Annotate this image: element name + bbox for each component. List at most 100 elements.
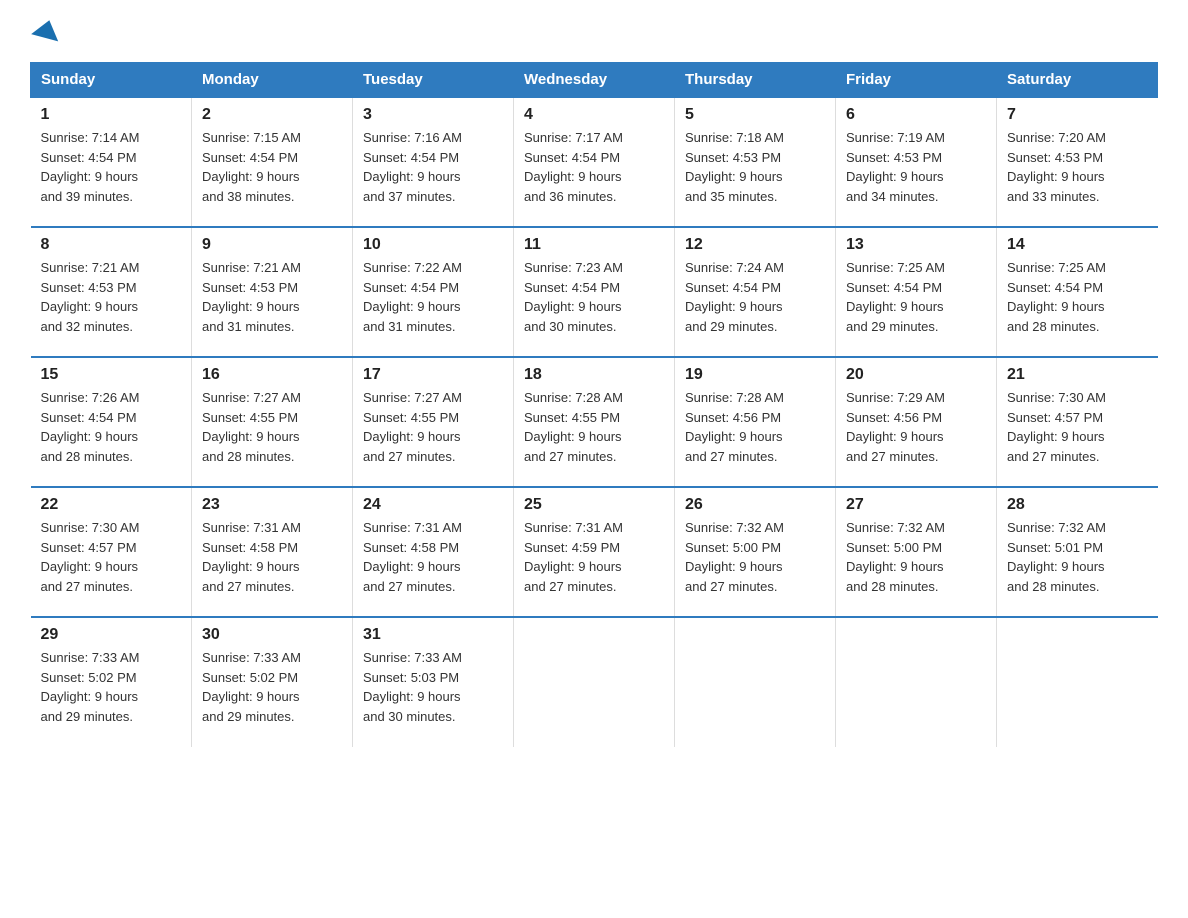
day-info: Sunrise: 7:19 AMSunset: 4:53 PMDaylight:… xyxy=(846,130,945,204)
day-number: 22 xyxy=(41,496,182,514)
day-info: Sunrise: 7:27 AMSunset: 4:55 PMDaylight:… xyxy=(363,390,462,464)
day-number: 11 xyxy=(524,236,664,254)
calendar-cell: 5 Sunrise: 7:18 AMSunset: 4:53 PMDayligh… xyxy=(675,97,836,227)
day-number: 2 xyxy=(202,106,342,124)
calendar-table: SundayMondayTuesdayWednesdayThursdayFrid… xyxy=(30,62,1158,747)
day-number: 19 xyxy=(685,366,825,384)
day-number: 15 xyxy=(41,366,182,384)
day-number: 7 xyxy=(1007,106,1148,124)
day-number: 9 xyxy=(202,236,342,254)
day-number: 13 xyxy=(846,236,986,254)
day-info: Sunrise: 7:25 AMSunset: 4:54 PMDaylight:… xyxy=(1007,260,1106,334)
calendar-cell: 10 Sunrise: 7:22 AMSunset: 4:54 PMDaylig… xyxy=(353,227,514,357)
calendar-week-row: 22 Sunrise: 7:30 AMSunset: 4:57 PMDaylig… xyxy=(31,487,1158,617)
logo-triangle-icon xyxy=(31,17,63,42)
day-info: Sunrise: 7:28 AMSunset: 4:55 PMDaylight:… xyxy=(524,390,623,464)
day-number: 31 xyxy=(363,626,503,644)
day-number: 21 xyxy=(1007,366,1148,384)
day-info: Sunrise: 7:30 AMSunset: 4:57 PMDaylight:… xyxy=(41,520,140,594)
calendar-cell: 2 Sunrise: 7:15 AMSunset: 4:54 PMDayligh… xyxy=(192,97,353,227)
day-info: Sunrise: 7:26 AMSunset: 4:54 PMDaylight:… xyxy=(41,390,140,464)
calendar-cell: 17 Sunrise: 7:27 AMSunset: 4:55 PMDaylig… xyxy=(353,357,514,487)
day-info: Sunrise: 7:20 AMSunset: 4:53 PMDaylight:… xyxy=(1007,130,1106,204)
calendar-cell: 9 Sunrise: 7:21 AMSunset: 4:53 PMDayligh… xyxy=(192,227,353,357)
calendar-week-row: 1 Sunrise: 7:14 AMSunset: 4:54 PMDayligh… xyxy=(31,97,1158,227)
calendar-cell: 8 Sunrise: 7:21 AMSunset: 4:53 PMDayligh… xyxy=(31,227,192,357)
day-info: Sunrise: 7:27 AMSunset: 4:55 PMDaylight:… xyxy=(202,390,301,464)
calendar-cell xyxy=(997,617,1158,747)
day-info: Sunrise: 7:16 AMSunset: 4:54 PMDaylight:… xyxy=(363,130,462,204)
day-info: Sunrise: 7:33 AMSunset: 5:02 PMDaylight:… xyxy=(202,650,301,724)
day-number: 5 xyxy=(685,106,825,124)
day-number: 18 xyxy=(524,366,664,384)
calendar-cell: 28 Sunrise: 7:32 AMSunset: 5:01 PMDaylig… xyxy=(997,487,1158,617)
day-info: Sunrise: 7:32 AMSunset: 5:00 PMDaylight:… xyxy=(685,520,784,594)
calendar-cell: 19 Sunrise: 7:28 AMSunset: 4:56 PMDaylig… xyxy=(675,357,836,487)
header-sunday: Sunday xyxy=(31,63,192,98)
day-info: Sunrise: 7:23 AMSunset: 4:54 PMDaylight:… xyxy=(524,260,623,334)
day-number: 6 xyxy=(846,106,986,124)
header-saturday: Saturday xyxy=(997,63,1158,98)
day-info: Sunrise: 7:31 AMSunset: 4:59 PMDaylight:… xyxy=(524,520,623,594)
calendar-cell xyxy=(514,617,675,747)
day-info: Sunrise: 7:24 AMSunset: 4:54 PMDaylight:… xyxy=(685,260,784,334)
day-number: 29 xyxy=(41,626,182,644)
calendar-cell: 31 Sunrise: 7:33 AMSunset: 5:03 PMDaylig… xyxy=(353,617,514,747)
day-info: Sunrise: 7:17 AMSunset: 4:54 PMDaylight:… xyxy=(524,130,623,204)
day-info: Sunrise: 7:33 AMSunset: 5:02 PMDaylight:… xyxy=(41,650,140,724)
day-number: 24 xyxy=(363,496,503,514)
day-number: 26 xyxy=(685,496,825,514)
day-info: Sunrise: 7:22 AMSunset: 4:54 PMDaylight:… xyxy=(363,260,462,334)
calendar-cell: 6 Sunrise: 7:19 AMSunset: 4:53 PMDayligh… xyxy=(836,97,997,227)
day-number: 8 xyxy=(41,236,182,254)
calendar-cell: 14 Sunrise: 7:25 AMSunset: 4:54 PMDaylig… xyxy=(997,227,1158,357)
day-info: Sunrise: 7:32 AMSunset: 5:01 PMDaylight:… xyxy=(1007,520,1106,594)
calendar-cell: 13 Sunrise: 7:25 AMSunset: 4:54 PMDaylig… xyxy=(836,227,997,357)
header-tuesday: Tuesday xyxy=(353,63,514,98)
calendar-cell: 16 Sunrise: 7:27 AMSunset: 4:55 PMDaylig… xyxy=(192,357,353,487)
calendar-cell: 12 Sunrise: 7:24 AMSunset: 4:54 PMDaylig… xyxy=(675,227,836,357)
day-info: Sunrise: 7:31 AMSunset: 4:58 PMDaylight:… xyxy=(363,520,462,594)
calendar-cell: 26 Sunrise: 7:32 AMSunset: 5:00 PMDaylig… xyxy=(675,487,836,617)
day-number: 3 xyxy=(363,106,503,124)
calendar-cell: 11 Sunrise: 7:23 AMSunset: 4:54 PMDaylig… xyxy=(514,227,675,357)
day-number: 14 xyxy=(1007,236,1148,254)
calendar-cell: 30 Sunrise: 7:33 AMSunset: 5:02 PMDaylig… xyxy=(192,617,353,747)
day-number: 30 xyxy=(202,626,342,644)
calendar-cell: 21 Sunrise: 7:30 AMSunset: 4:57 PMDaylig… xyxy=(997,357,1158,487)
calendar-cell: 18 Sunrise: 7:28 AMSunset: 4:55 PMDaylig… xyxy=(514,357,675,487)
header-thursday: Thursday xyxy=(675,63,836,98)
calendar-week-row: 8 Sunrise: 7:21 AMSunset: 4:53 PMDayligh… xyxy=(31,227,1158,357)
calendar-week-row: 29 Sunrise: 7:33 AMSunset: 5:02 PMDaylig… xyxy=(31,617,1158,747)
day-info: Sunrise: 7:32 AMSunset: 5:00 PMDaylight:… xyxy=(846,520,945,594)
header-friday: Friday xyxy=(836,63,997,98)
day-info: Sunrise: 7:29 AMSunset: 4:56 PMDaylight:… xyxy=(846,390,945,464)
calendar-cell: 4 Sunrise: 7:17 AMSunset: 4:54 PMDayligh… xyxy=(514,97,675,227)
header-wednesday: Wednesday xyxy=(514,63,675,98)
calendar-cell: 29 Sunrise: 7:33 AMSunset: 5:02 PMDaylig… xyxy=(31,617,192,747)
calendar-cell xyxy=(675,617,836,747)
calendar-cell xyxy=(836,617,997,747)
day-info: Sunrise: 7:25 AMSunset: 4:54 PMDaylight:… xyxy=(846,260,945,334)
day-number: 4 xyxy=(524,106,664,124)
day-number: 28 xyxy=(1007,496,1148,514)
day-info: Sunrise: 7:15 AMSunset: 4:54 PMDaylight:… xyxy=(202,130,301,204)
calendar-cell: 22 Sunrise: 7:30 AMSunset: 4:57 PMDaylig… xyxy=(31,487,192,617)
calendar-cell: 3 Sunrise: 7:16 AMSunset: 4:54 PMDayligh… xyxy=(353,97,514,227)
day-number: 27 xyxy=(846,496,986,514)
day-number: 1 xyxy=(41,106,182,124)
calendar-cell: 20 Sunrise: 7:29 AMSunset: 4:56 PMDaylig… xyxy=(836,357,997,487)
day-number: 20 xyxy=(846,366,986,384)
logo xyxy=(30,20,61,42)
calendar-cell: 15 Sunrise: 7:26 AMSunset: 4:54 PMDaylig… xyxy=(31,357,192,487)
day-info: Sunrise: 7:21 AMSunset: 4:53 PMDaylight:… xyxy=(41,260,140,334)
day-number: 10 xyxy=(363,236,503,254)
day-number: 25 xyxy=(524,496,664,514)
calendar-cell: 7 Sunrise: 7:20 AMSunset: 4:53 PMDayligh… xyxy=(997,97,1158,227)
day-info: Sunrise: 7:21 AMSunset: 4:53 PMDaylight:… xyxy=(202,260,301,334)
day-info: Sunrise: 7:31 AMSunset: 4:58 PMDaylight:… xyxy=(202,520,301,594)
calendar-cell: 23 Sunrise: 7:31 AMSunset: 4:58 PMDaylig… xyxy=(192,487,353,617)
day-number: 16 xyxy=(202,366,342,384)
day-number: 23 xyxy=(202,496,342,514)
day-number: 17 xyxy=(363,366,503,384)
